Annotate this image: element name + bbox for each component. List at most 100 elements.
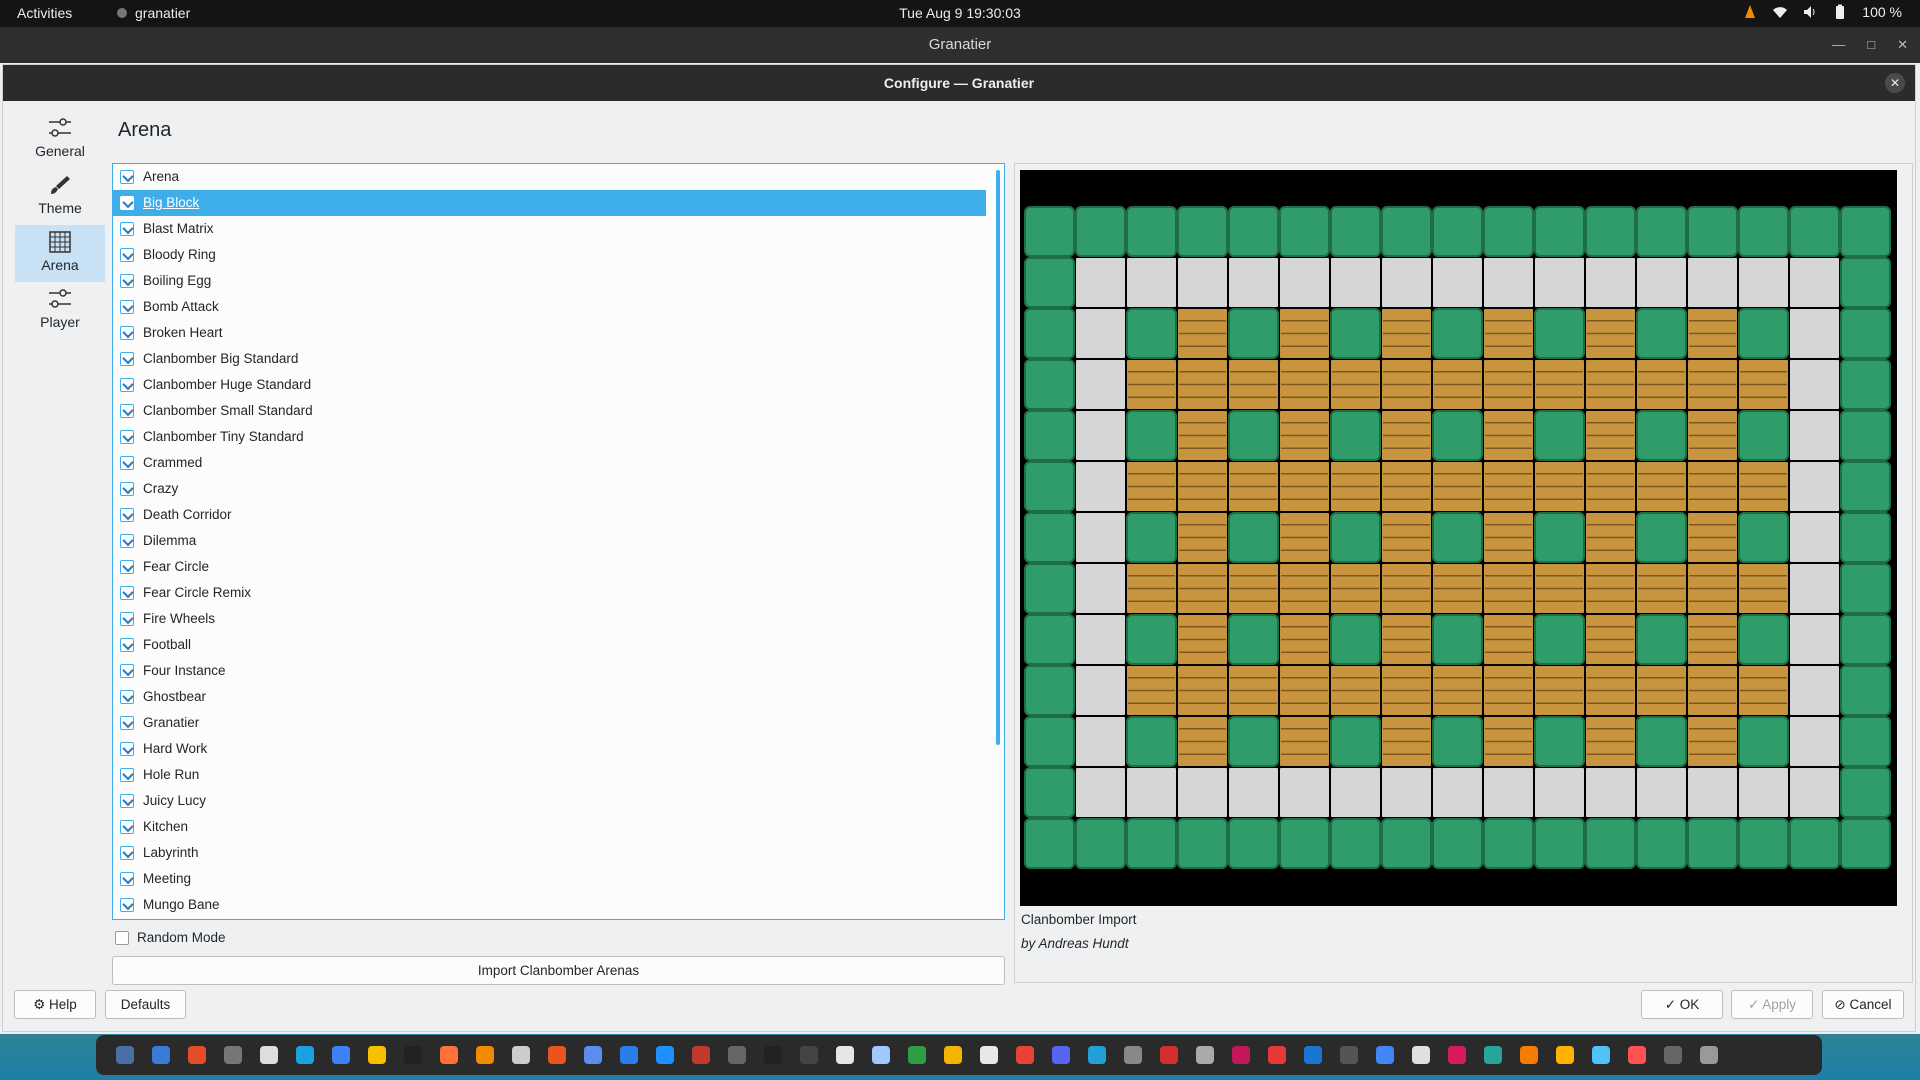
list-item[interactable]: Kitchen: [113, 814, 1004, 840]
list-item[interactable]: Arena: [113, 164, 1004, 190]
arena-checkbox[interactable]: [120, 768, 134, 782]
random-mode-checkbox[interactable]: Random Mode: [115, 930, 226, 945]
list-item[interactable]: Fear Circle Remix: [113, 580, 1004, 606]
dock-app-icon[interactable]: [254, 1040, 284, 1070]
list-item[interactable]: Clanbomber Big Standard: [113, 346, 1004, 372]
list-item[interactable]: Death Corridor: [113, 502, 1004, 528]
dock-app-icon[interactable]: [1694, 1040, 1724, 1070]
dock-app-icon[interactable]: [1226, 1040, 1256, 1070]
minimize-icon[interactable]: —: [1832, 27, 1845, 63]
list-item[interactable]: Four Instance: [113, 658, 1004, 684]
dock-app-icon[interactable]: [434, 1040, 464, 1070]
dock-app-icon[interactable]: [146, 1040, 176, 1070]
list-item[interactable]: Clanbomber Tiny Standard: [113, 424, 1004, 450]
nav-item-player[interactable]: Player: [15, 282, 105, 339]
list-item[interactable]: Clanbomber Small Standard: [113, 398, 1004, 424]
arena-checkbox[interactable]: [120, 274, 134, 288]
dock-app-icon[interactable]: [1334, 1040, 1364, 1070]
vlc-icon[interactable]: [1742, 4, 1758, 20]
dock-app-icon[interactable]: [1478, 1040, 1508, 1070]
list-item[interactable]: Hard Work: [113, 736, 1004, 762]
list-scrollbar[interactable]: [996, 170, 1000, 745]
arena-checkbox[interactable]: [120, 638, 134, 652]
arena-checkbox[interactable]: [120, 586, 134, 600]
arena-checkbox[interactable]: [120, 378, 134, 392]
dock-app-icon[interactable]: [1190, 1040, 1220, 1070]
dock-app-icon[interactable]: [362, 1040, 392, 1070]
list-item[interactable]: Boiling Egg: [113, 268, 1004, 294]
dock-app-icon[interactable]: [1658, 1040, 1688, 1070]
defaults-button[interactable]: Defaults: [105, 990, 186, 1019]
arena-checkbox[interactable]: [120, 456, 134, 470]
arena-checkbox[interactable]: [120, 248, 134, 262]
dock-app-icon[interactable]: [506, 1040, 536, 1070]
dock-app-icon[interactable]: [1154, 1040, 1184, 1070]
dock-app-icon[interactable]: [1514, 1040, 1544, 1070]
list-item[interactable]: Juicy Lucy: [113, 788, 1004, 814]
list-item[interactable]: Granatier: [113, 710, 1004, 736]
cancel-button[interactable]: ⊘ Cancel: [1822, 990, 1904, 1019]
arena-checkbox[interactable]: [120, 300, 134, 314]
close-icon[interactable]: ✕: [1897, 27, 1908, 63]
dock-app-icon[interactable]: [578, 1040, 608, 1070]
arena-checkbox[interactable]: [120, 664, 134, 678]
list-item[interactable]: Fear Circle: [113, 554, 1004, 580]
dock-app-icon[interactable]: [398, 1040, 428, 1070]
dock-app-icon[interactable]: [686, 1040, 716, 1070]
arena-checkbox[interactable]: [120, 716, 134, 730]
nav-item-arena[interactable]: Arena: [15, 225, 105, 282]
arena-checkbox[interactable]: [120, 222, 134, 236]
dock-app-icon[interactable]: [1118, 1040, 1148, 1070]
list-item[interactable]: Broken Heart: [113, 320, 1004, 346]
dock-app-icon[interactable]: [1298, 1040, 1328, 1070]
dock-app-icon[interactable]: [1442, 1040, 1472, 1070]
list-item[interactable]: Big Block: [113, 190, 986, 216]
dock-app-icon[interactable]: [1586, 1040, 1616, 1070]
arena-checkbox[interactable]: [120, 690, 134, 704]
list-item[interactable]: Fire Wheels: [113, 606, 1004, 632]
dialog-titlebar[interactable]: Configure — Granatier ✕: [3, 65, 1915, 101]
random-mode-box[interactable]: [115, 930, 129, 945]
arena-checkbox[interactable]: [120, 404, 134, 418]
dock-app-icon[interactable]: [758, 1040, 788, 1070]
arena-checkbox[interactable]: [120, 794, 134, 808]
clock[interactable]: Tue Aug 9 19:30:03: [0, 5, 1920, 21]
dock-app-icon[interactable]: [1550, 1040, 1580, 1070]
list-item[interactable]: Bloody Ring: [113, 242, 1004, 268]
list-item[interactable]: Labyrinth: [113, 840, 1004, 866]
arena-checkbox[interactable]: [120, 352, 134, 366]
dock-app-icon[interactable]: [866, 1040, 896, 1070]
list-item[interactable]: Blast Matrix: [113, 216, 1004, 242]
arena-checkbox[interactable]: [120, 170, 134, 184]
arena-list[interactable]: Arena Big Block Blast Matrix Bloody Ring Boi…: [112, 163, 1005, 920]
apply-button[interactable]: ✓ Apply: [1731, 990, 1813, 1019]
dock-app-icon[interactable]: [650, 1040, 680, 1070]
dock-app-icon[interactable]: [794, 1040, 824, 1070]
dock-app-icon[interactable]: [902, 1040, 932, 1070]
nav-item-theme[interactable]: Theme: [15, 168, 105, 225]
dock-app-icon[interactable]: [1082, 1040, 1112, 1070]
arena-checkbox[interactable]: [120, 742, 134, 756]
ok-button[interactable]: ✓ OK: [1641, 990, 1723, 1019]
list-item[interactable]: Meeting: [113, 866, 1004, 892]
dock-app-icon[interactable]: [290, 1040, 320, 1070]
dock-app-icon[interactable]: [218, 1040, 248, 1070]
dock-app-icon[interactable]: [182, 1040, 212, 1070]
dock-app-icon[interactable]: [1622, 1040, 1652, 1070]
arena-checkbox[interactable]: [120, 872, 134, 886]
dock-app-icon[interactable]: [1010, 1040, 1040, 1070]
dock-app-icon[interactable]: [1406, 1040, 1436, 1070]
window-titlebar[interactable]: Granatier — □ ✕: [0, 27, 1920, 63]
dock-app-icon[interactable]: [614, 1040, 644, 1070]
dock-app-icon[interactable]: [470, 1040, 500, 1070]
dock-app-icon[interactable]: [974, 1040, 1004, 1070]
dock-app-icon[interactable]: [1370, 1040, 1400, 1070]
dock-app-icon[interactable]: [110, 1040, 140, 1070]
app-menu[interactable]: granatier: [117, 5, 190, 21]
dock-app-icon[interactable]: [1262, 1040, 1292, 1070]
system-tray[interactable]: 100 %: [1742, 4, 1902, 20]
arena-checkbox[interactable]: [120, 612, 134, 626]
dock-app-icon[interactable]: [830, 1040, 860, 1070]
dock-app-icon[interactable]: [722, 1040, 752, 1070]
arena-checkbox[interactable]: [120, 196, 134, 210]
